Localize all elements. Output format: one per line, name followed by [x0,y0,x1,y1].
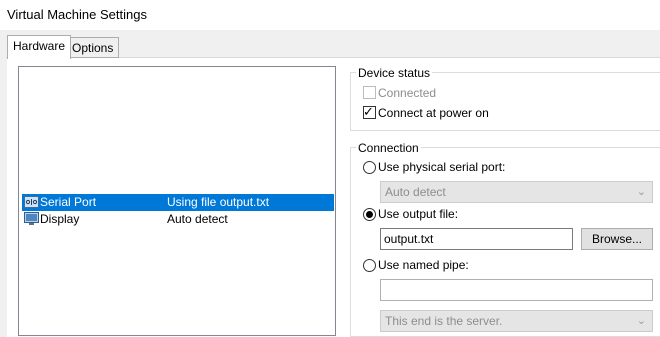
tab-hardware-label: Hardware [13,39,66,53]
physical-serial-port-radio[interactable] [363,161,376,174]
output-file-input[interactable]: output.txt [380,228,573,250]
device-row-display[interactable]: Display Auto detect [22,211,334,228]
chevron-down-icon: ⌄ [636,186,646,198]
named-pipe-input[interactable] [380,279,653,301]
named-pipe-radio[interactable] [363,259,376,272]
device-name: Serial Port [40,195,97,209]
connect-at-power-on-checkbox[interactable]: ✓ [363,104,376,119]
connection-legend: Connection [356,141,421,155]
device-summary: Auto detect [167,212,228,226]
connect-at-power-on-label: Connect at power on [378,106,489,120]
tab-options[interactable]: Options [66,37,120,58]
device-status-legend: Device status [356,66,433,80]
device-status-group [350,72,660,131]
browse-button-label: Browse... [591,232,642,246]
browse-button[interactable]: Browse... [581,228,653,250]
title-bar: Virtual Machine Settings [0,0,660,30]
tab-hardware[interactable]: Hardware [7,35,72,59]
checkmark-icon: ✓ [363,104,374,119]
display-icon [24,212,39,225]
serial-port-icon [24,196,39,208]
physical-port-select[interactable]: Auto detect ⌄ [380,181,653,203]
window-title: Virtual Machine Settings [7,7,147,22]
output-file-radio[interactable] [363,208,376,221]
device-row-serial-port[interactable]: Serial Port Using file output.txt [22,194,334,211]
connected-label: Connected [378,86,437,100]
output-file-label: Use output file: [378,207,459,221]
output-file-value: output.txt [384,232,434,246]
device-summary: Using file output.txt [167,195,270,209]
radio-selected-dot [366,211,373,218]
physical-port-select-value: Auto detect [385,185,446,199]
named-pipe-label: Use named pipe: [378,258,469,272]
connected-checkbox[interactable] [363,86,376,99]
pipe-end-select-value: This end is the server. [385,314,503,328]
pipe-end-select[interactable]: This end is the server. ⌄ [380,310,653,332]
device-name: Display [40,212,80,226]
chevron-down-icon: ⌄ [636,315,646,327]
tab-options-label: Options [72,41,114,55]
physical-serial-port-label: Use physical serial port: [378,160,506,174]
